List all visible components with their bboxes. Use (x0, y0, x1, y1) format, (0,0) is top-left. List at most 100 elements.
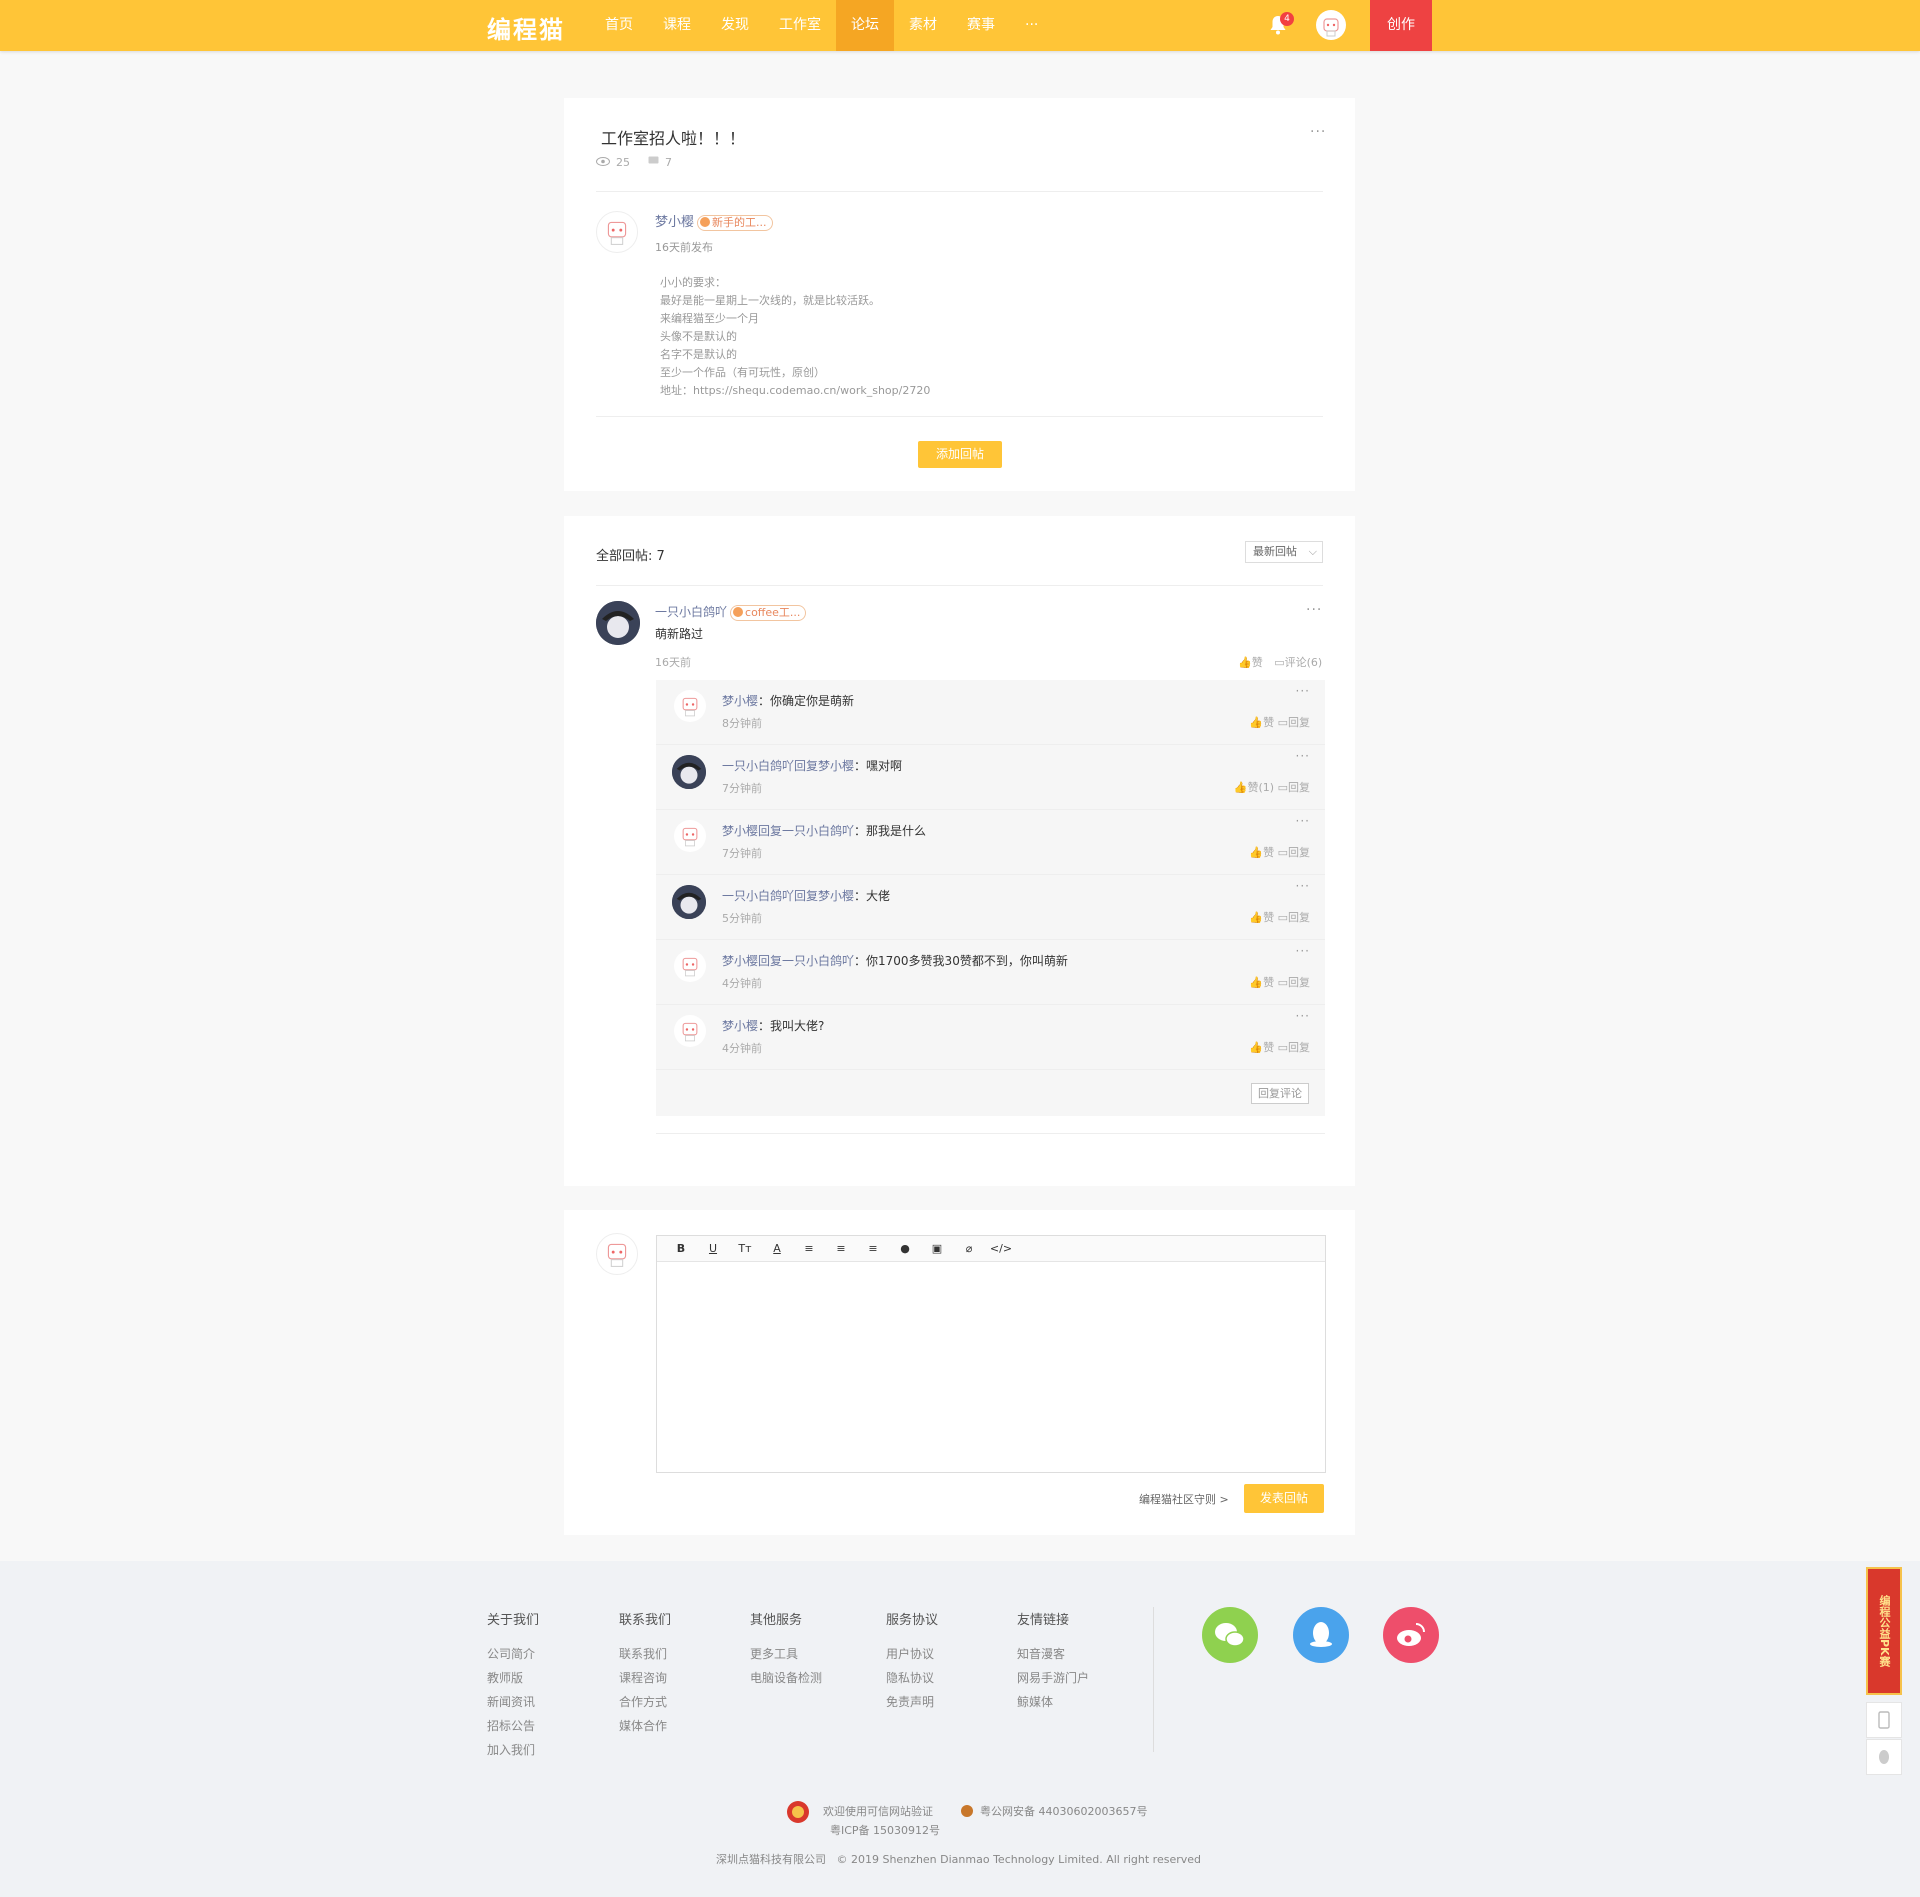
qq-icon[interactable] (1293, 1607, 1349, 1663)
nav-materials[interactable]: 素材 (894, 0, 952, 51)
nav-studio[interactable]: 工作室 (764, 0, 836, 51)
commenter-avatar[interactable] (672, 755, 706, 789)
footer-link[interactable]: 更多工具 (750, 1642, 822, 1666)
commenter-avatar[interactable] (674, 820, 706, 852)
like-button[interactable]: 👍赞(1) (1234, 781, 1274, 794)
like-button[interactable]: 👍赞 (1249, 976, 1274, 989)
footer-link[interactable]: 联系我们 (619, 1642, 671, 1666)
like-button[interactable]: 👍赞 (1249, 846, 1274, 859)
comment-button[interactable]: ▭评论(6) (1274, 656, 1322, 669)
image-icon[interactable]: ▣ (921, 1242, 953, 1255)
footer-link[interactable]: 隐私协议 (886, 1666, 938, 1690)
reply-button[interactable]: ▭回复 (1278, 911, 1310, 924)
align-center-icon[interactable]: ≡ (825, 1242, 857, 1255)
bell-icon[interactable]: 4 (1268, 12, 1294, 36)
footer-link[interactable]: 公司简介 (487, 1642, 539, 1666)
main-nav: 首页 课程 发现 工作室 论坛 素材 赛事 ··· (590, 0, 1053, 51)
footer-link[interactable]: 教师版 (487, 1666, 539, 1690)
create-button[interactable]: 创作 (1370, 0, 1432, 51)
footer-link[interactable]: 新闻资讯 (487, 1690, 539, 1714)
bold-button[interactable]: B (665, 1242, 697, 1255)
footer-col-services: 其他服务 更多工具 电脑设备检测 (750, 1609, 822, 1690)
footer-link[interactable]: 电脑设备检测 (750, 1666, 822, 1690)
commenter-avatar[interactable] (674, 690, 706, 722)
footer-link[interactable]: 招标公告 (487, 1714, 539, 1738)
sub-comments: 梦小樱：你确定你是萌新 8分钟前 ··· 👍赞 ▭回复 一只小白鸽吖回复梦小樱：… (656, 680, 1325, 1116)
footer-link[interactable]: 课程咨询 (619, 1666, 671, 1690)
reply-more-button[interactable]: ··· (1306, 602, 1322, 618)
like-button[interactable]: 👍赞 (1249, 911, 1274, 924)
post-more-button[interactable]: ··· (1310, 124, 1326, 140)
footer-link[interactable]: 媒体合作 (619, 1714, 671, 1738)
mobile-icon[interactable] (1866, 1702, 1902, 1738)
reply-button[interactable]: ▭回复 (1278, 1041, 1310, 1054)
editor-textarea[interactable] (657, 1262, 1325, 1472)
sub-more-button[interactable]: ··· (1296, 814, 1310, 828)
reply-comment-button[interactable]: 回复评论 (1251, 1083, 1309, 1104)
author-name[interactable]: 梦小樱 (655, 215, 694, 230)
sub-actions: 👍赞(1) ▭回复 (1234, 779, 1310, 795)
like-button[interactable]: 👍赞 (1238, 656, 1263, 669)
footer-link[interactable]: 免责声明 (886, 1690, 938, 1714)
emoji-icon[interactable]: ● (889, 1242, 921, 1255)
nav-home[interactable]: 首页 (590, 0, 648, 51)
footer-link[interactable]: 网易手游门户 (1017, 1666, 1089, 1690)
commenter-avatar[interactable] (674, 1015, 706, 1047)
sub-comment-text: 梦小樱回复一只小白鸽吖：那我是什么 (722, 824, 927, 838)
side-ad-banner[interactable]: 编程公益PK赛 (1866, 1567, 1902, 1695)
font-size-button[interactable]: Tт (729, 1242, 761, 1255)
footer-link[interactable]: 合作方式 (619, 1690, 671, 1714)
sub-more-button[interactable]: ··· (1296, 749, 1310, 763)
weibo-icon[interactable] (1383, 1607, 1439, 1663)
nav-discover[interactable]: 发现 (706, 0, 764, 51)
reply-button[interactable]: ▭回复 (1278, 846, 1310, 859)
footer-link[interactable]: 鲸媒体 (1017, 1690, 1089, 1714)
police-record[interactable]: 粤公网安备 44030602003657号 (980, 1803, 1147, 1819)
submit-reply-button[interactable]: 发表回帖 (1244, 1484, 1324, 1513)
commenter-avatar[interactable] (674, 950, 706, 982)
sort-select[interactable]: 最新回帖 ⌵ (1245, 541, 1323, 563)
icp-record[interactable]: 粤ICP备 15030912号 (830, 1822, 940, 1838)
community-rules-link[interactable]: 编程猫社区守则 > (1139, 1491, 1229, 1507)
like-button[interactable]: 👍赞 (1249, 716, 1274, 729)
nav-more[interactable]: ··· (1010, 0, 1053, 51)
editor-toolbar: B U Tт A ≡ ≡ ≡ ● ▣ ⌀ </> (657, 1236, 1325, 1262)
trust-text[interactable]: 欢迎使用可信网站验证 (823, 1803, 933, 1819)
reply-avatar[interactable] (596, 601, 640, 645)
sub-more-button[interactable]: ··· (1296, 1009, 1310, 1023)
commenter-avatar[interactable] (672, 885, 706, 919)
sub-more-button[interactable]: ··· (1296, 944, 1310, 958)
underline-button[interactable]: U (697, 1242, 729, 1255)
nav-forum[interactable]: 论坛 (836, 0, 894, 51)
replies-title: 全部回帖: 7 (596, 549, 665, 564)
reply-button[interactable]: ▭回复 (1278, 781, 1310, 794)
sub-comment-time: 4分钟前 (722, 977, 762, 990)
align-right-icon[interactable]: ≡ (857, 1242, 889, 1255)
sub-more-button[interactable]: ··· (1296, 684, 1310, 698)
reply-button[interactable]: ▭回复 (1278, 716, 1310, 729)
code-icon[interactable]: </> (985, 1242, 1017, 1255)
reply-button[interactable]: ▭回复 (1278, 976, 1310, 989)
footer-heading: 服务协议 (886, 1613, 939, 1628)
top-header: 编程猫 首页 课程 发现 工作室 论坛 素材 赛事 ··· 4 创作 (0, 0, 1920, 51)
reply-author: 一只小白鸽吖 coffee工... (655, 603, 807, 621)
font-color-button[interactable]: A (761, 1242, 793, 1255)
footer-link[interactable]: 知音漫客 (1017, 1642, 1089, 1666)
my-avatar[interactable] (596, 1233, 638, 1275)
post-author: 梦小樱 新手的工... (655, 211, 773, 231)
align-left-icon[interactable]: ≡ (793, 1242, 825, 1255)
user-avatar[interactable] (1316, 10, 1346, 40)
footer-link[interactable]: 用户协议 (886, 1642, 938, 1666)
view-count: 25 (616, 156, 630, 169)
like-button[interactable]: 👍赞 (1249, 1041, 1274, 1054)
sub-more-button[interactable]: ··· (1296, 879, 1310, 893)
wechat-icon[interactable] (1202, 1607, 1258, 1663)
footer-link[interactable]: 加入我们 (487, 1738, 539, 1762)
nav-events[interactable]: 赛事 (952, 0, 1010, 51)
add-reply-button[interactable]: 添加回帖 (918, 441, 1002, 468)
site-logo[interactable]: 编程猫 (487, 10, 565, 45)
nav-courses[interactable]: 课程 (648, 0, 706, 51)
author-avatar[interactable] (596, 211, 638, 253)
attachment-icon[interactable]: ⌀ (953, 1242, 985, 1255)
qq-service-icon[interactable] (1866, 1739, 1902, 1775)
